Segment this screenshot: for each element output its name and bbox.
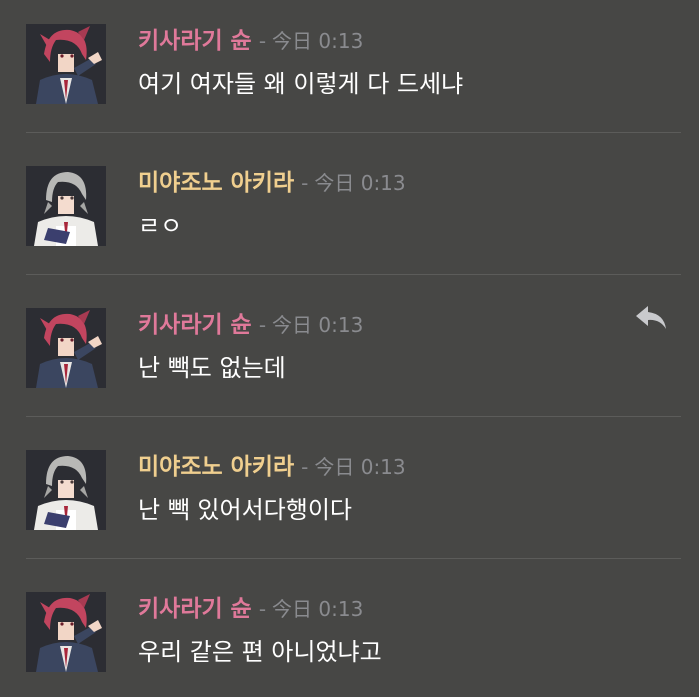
message-divider bbox=[26, 274, 681, 275]
message-header: 키사라기 슌 - 今日 0:13 bbox=[138, 310, 363, 340]
akira-avatar-icon bbox=[26, 450, 106, 530]
header-separator: - bbox=[258, 29, 267, 53]
message-header: 키사라기 슌 - 今日 0:13 bbox=[138, 594, 363, 624]
reply-icon bbox=[636, 306, 666, 329]
username[interactable]: 미야조노 아키라 bbox=[138, 170, 294, 196]
avatar[interactable] bbox=[26, 592, 106, 672]
header-separator: - bbox=[258, 313, 267, 337]
header-separator: - bbox=[301, 455, 309, 479]
message-text: 우리 같은 편 아니었냐고 bbox=[138, 638, 382, 666]
avatar[interactable] bbox=[26, 450, 106, 530]
message-header: 미야조노 아키라 - 今日 0:13 bbox=[138, 452, 406, 482]
message-text: 여기 여자들 왜 이렇게 다 드세냐 bbox=[138, 70, 464, 98]
message-text: 난 빽도 없는데 bbox=[138, 354, 286, 382]
avatar[interactable] bbox=[26, 308, 106, 388]
message-item[interactable]: 미야조노 아키라 - 今日 0:13 난 빽 있어서다행이다 bbox=[0, 426, 699, 568]
avatar[interactable] bbox=[26, 166, 106, 246]
akira-avatar-icon bbox=[26, 166, 106, 246]
message-header: 미야조노 아키라 - 今日 0:13 bbox=[138, 168, 406, 198]
username[interactable]: 미야조노 아키라 bbox=[138, 454, 294, 480]
username[interactable]: 키사라기 슌 bbox=[138, 596, 252, 622]
avatar[interactable] bbox=[26, 24, 106, 104]
shun-avatar-icon bbox=[26, 308, 106, 388]
message-item[interactable]: 키사라기 슌 - 今日 0:13 난 빽도 없는데 bbox=[0, 284, 699, 426]
message-divider bbox=[26, 416, 681, 417]
message-divider bbox=[26, 558, 681, 559]
timestamp: 今日 0:13 bbox=[272, 313, 364, 337]
username[interactable]: 키사라기 슌 bbox=[138, 28, 252, 54]
header-separator: - bbox=[301, 171, 309, 195]
username[interactable]: 키사라기 슌 bbox=[138, 312, 252, 338]
message-text: 난 빽 있어서다행이다 bbox=[138, 496, 352, 524]
message-item[interactable]: 미야조노 아키라 - 今日 0:13 ㄹㅇ bbox=[0, 142, 699, 284]
shun-avatar-icon bbox=[26, 24, 106, 104]
message-divider bbox=[26, 132, 681, 133]
reply-button[interactable] bbox=[634, 302, 668, 332]
message-text: ㄹㅇ bbox=[138, 212, 183, 240]
timestamp: 今日 0:13 bbox=[272, 597, 364, 621]
header-separator: - bbox=[258, 597, 267, 621]
message-item[interactable]: 키사라기 슌 - 今日 0:13 여기 여자들 왜 이렇게 다 드세냐 bbox=[0, 0, 699, 142]
shun-avatar-icon bbox=[26, 592, 106, 672]
timestamp: 今日 0:13 bbox=[314, 171, 406, 195]
timestamp: 今日 0:13 bbox=[272, 29, 364, 53]
message-header: 키사라기 슌 - 今日 0:13 bbox=[138, 26, 363, 56]
timestamp: 今日 0:13 bbox=[314, 455, 406, 479]
message-item[interactable]: 키사라기 슌 - 今日 0:13 우리 같은 편 아니었냐고 bbox=[0, 568, 699, 697]
chat-log: 키사라기 슌 - 今日 0:13 여기 여자들 왜 이렇게 다 드세냐 미야조노 아… bbox=[0, 0, 699, 697]
